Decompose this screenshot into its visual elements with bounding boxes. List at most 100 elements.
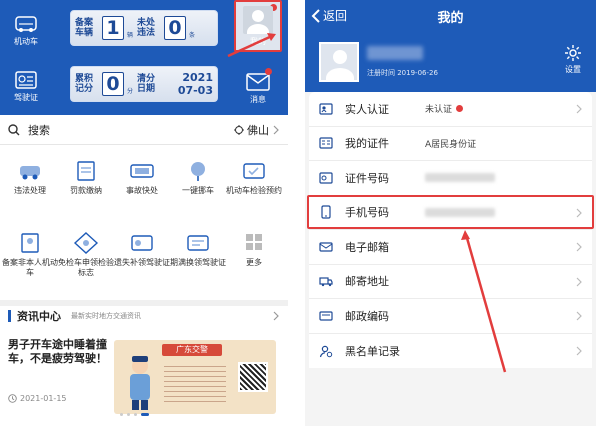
home-header: 机动车 驾驶证 备案车辆 1 辆 未处违法 0 条 累积记分 0 分 清分日期 …: [0, 0, 288, 115]
service-label: 备案非本人机动车: [2, 258, 58, 277]
chevron-right-icon: [576, 242, 582, 252]
list-row-my-certificate[interactable]: 我的证件 A居民身份证: [309, 127, 592, 161]
postal-code-icon: [319, 311, 333, 321]
row-label: 证件号码: [345, 171, 389, 185]
row-label: 电子邮箱: [345, 240, 389, 254]
service-item-replace-license[interactable]: 遗失补领驾驶证: [114, 232, 170, 268]
profile-header: 注册时间 2019-06-26 设置: [305, 32, 596, 92]
id-number-icon: [319, 172, 333, 184]
vehicle-card[interactable]: 备案车辆 1 辆 未处违法 0 条: [70, 10, 218, 46]
news-section-subtitle: 最新实时地方交通资讯: [71, 312, 141, 320]
search-bar[interactable]: 搜索 佛山: [0, 115, 288, 145]
news-headline[interactable]: 男子开车途中睡着撞车，不是疲劳驾驶！: [8, 338, 108, 366]
service-item-move-car[interactable]: 一键挪车: [170, 160, 226, 196]
row-label: 实人认证: [345, 102, 389, 116]
service-item-violation[interactable]: 违法处理: [2, 160, 58, 196]
list-row-phone-number[interactable]: 手机号码: [307, 194, 594, 230]
more-icon: [246, 234, 262, 250]
service-label: 违法处理: [14, 186, 46, 195]
service-label: 免检车申领检验标志: [58, 258, 114, 277]
gear-icon: [565, 45, 581, 61]
envelope-icon: [246, 73, 270, 91]
messages-label: 消息: [250, 95, 266, 104]
motor-vehicle-tab[interactable]: 机动车: [0, 6, 52, 58]
list-row-email[interactable]: 电子邮箱: [309, 230, 592, 265]
inspection-icon: [243, 163, 265, 179]
service-item-more[interactable]: 更多: [226, 232, 282, 268]
news-banner-image[interactable]: 广东交警: [114, 340, 276, 414]
chevron-right-icon: [273, 311, 279, 321]
exempt-sticker-icon: [73, 232, 99, 254]
registered-vehicles-label: 备案车辆: [75, 18, 94, 38]
chevron-right-icon: [576, 104, 582, 114]
replace-license-icon: [131, 235, 153, 251]
carousel-dot-active: [141, 413, 149, 416]
registered-vehicles-count: 1: [102, 16, 124, 40]
points-unit: 分: [127, 88, 134, 95]
police-officer-illustration: [130, 356, 150, 410]
message-badge-dot: [265, 68, 272, 75]
my-profile-screen: 返回 我的 注册时间 2019-06-26 设置 实人认证 未认证 我的证件 A…: [305, 0, 596, 426]
page-title: 我的: [437, 10, 464, 26]
list-row-postal-code[interactable]: 邮政编码: [309, 299, 592, 334]
license-icon: [15, 71, 37, 89]
car-icon: [15, 16, 37, 32]
accumulated-points-label: 累积记分: [75, 74, 94, 94]
driver-license-tab[interactable]: 驾驶证: [0, 62, 52, 114]
qr-code-image: [238, 362, 268, 392]
list-row-id-number[interactable]: 证件号码: [309, 161, 592, 196]
service-label: 罚款缴纳: [70, 186, 102, 195]
avatar: [243, 6, 273, 34]
truck-icon: [319, 277, 333, 287]
blacklist-user-icon: [319, 345, 333, 357]
service-item-register-car[interactable]: 备案非本人机动车: [2, 232, 58, 278]
row-value-redacted: [425, 207, 495, 217]
list-row-mailing-address[interactable]: 邮寄地址: [309, 265, 592, 299]
redacted-text: [425, 207, 495, 217]
service-label: 遗失补领驾驶证: [114, 258, 170, 267]
certificate-icon: [319, 137, 333, 149]
service-item-accident[interactable]: 事故快处: [114, 160, 170, 196]
news-date: 2021-01-15: [8, 394, 67, 403]
my-profile-button[interactable]: 我的: [234, 0, 282, 52]
avatar[interactable]: [319, 42, 359, 82]
back-label: 返回: [323, 9, 348, 23]
unhandled-violations-label: 未处违法: [137, 18, 156, 38]
settings-button[interactable]: 设置: [559, 44, 587, 75]
row-label: 手机号码: [345, 206, 389, 220]
city-selector[interactable]: 佛山: [234, 122, 280, 138]
service-label: 机动车检验预约: [226, 186, 282, 195]
news-date-text: 2021-01-15: [20, 394, 67, 403]
list-row-real-name-auth[interactable]: 实人认证 未认证: [309, 92, 592, 127]
messages-button[interactable]: 消息: [238, 66, 278, 110]
chevron-right-icon: [273, 125, 279, 134]
list-row-blacklist[interactable]: 黑名单记录: [309, 334, 592, 369]
service-item-renew-license[interactable]: 期满换领驾驶证: [170, 232, 226, 268]
row-value: 未认证: [425, 102, 464, 115]
service-item-inspection[interactable]: 机动车检验预约: [226, 160, 282, 196]
redacted-username: [367, 46, 423, 60]
redacted-text: [425, 173, 495, 183]
accumulated-points-value: 0: [102, 72, 124, 96]
accident-icon: [130, 164, 154, 178]
row-label: 我的证件: [345, 137, 389, 151]
chevron-right-icon: [576, 346, 582, 355]
news-section-title: 资讯中心: [17, 310, 61, 323]
row-label: 邮寄地址: [345, 275, 389, 289]
unhandled-violations-count: 0: [164, 16, 187, 40]
carousel-dot: [127, 413, 130, 416]
search-icon: [8, 123, 20, 135]
points-card[interactable]: 累积记分 0 分 清分日期 2021 07-03: [70, 66, 218, 102]
service-label: 一键挪车: [182, 186, 214, 195]
car-violation-icon: [20, 166, 40, 180]
service-item-fine[interactable]: 罚款缴纳: [58, 160, 114, 196]
service-item-exempt-sticker[interactable]: 免检车申领检验标志: [58, 232, 114, 278]
move-car-icon: [191, 162, 205, 181]
news-section-header[interactable]: 资讯中心 最新实时地方交通资讯: [0, 300, 288, 326]
service-label: 事故快处: [126, 186, 158, 195]
screenshot-composite: 机动车 驾驶证 备案车辆 1 辆 未处违法 0 条 累积记分 0 分 清分日期 …: [0, 0, 596, 426]
back-button[interactable]: 返回: [311, 7, 347, 24]
driver-license-label: 驾驶证: [14, 93, 38, 102]
nav-bar: 返回 我的: [305, 0, 596, 32]
clock-icon: [8, 394, 17, 403]
